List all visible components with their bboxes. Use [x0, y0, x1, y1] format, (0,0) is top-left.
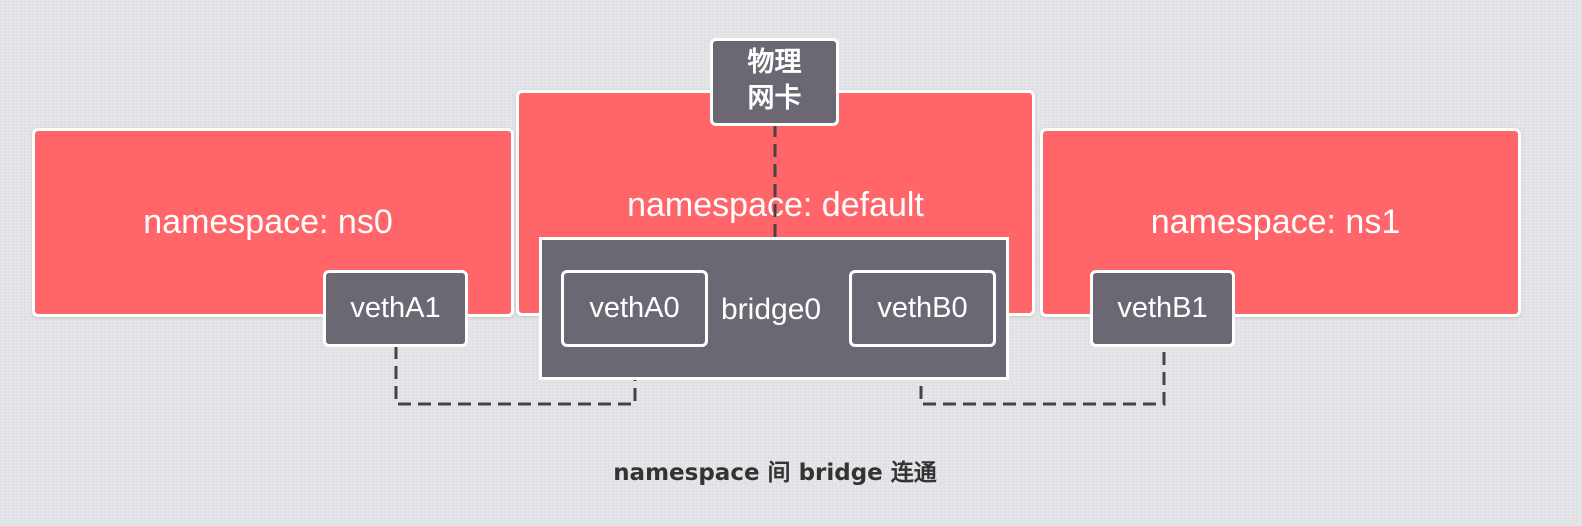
physical-nic-label-line1: 物理	[747, 47, 802, 78]
diagram-caption: namespace 间 bridge 连通	[613, 460, 937, 486]
veth-a0: vethA0	[561, 270, 708, 347]
physical-nic-box: 物理 网卡	[710, 38, 839, 126]
physical-nic-label-line2: 网卡	[747, 83, 802, 114]
bridge0-label: bridge0	[721, 293, 822, 326]
veth-b0: vethB0	[849, 270, 996, 347]
veth-b1: vethB1	[1090, 270, 1235, 347]
veth-a1: vethA1	[323, 270, 468, 347]
